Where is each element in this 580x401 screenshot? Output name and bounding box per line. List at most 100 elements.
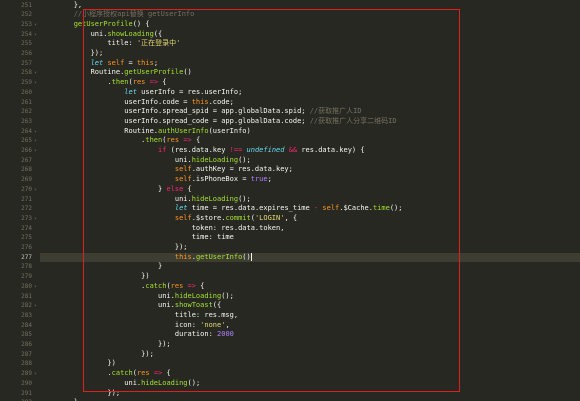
code-line[interactable]: }): [40, 272, 580, 282]
code-token: .code;: [208, 97, 234, 106]
code-token: !==: [229, 146, 243, 154]
code-token: res: [166, 136, 180, 145]
code-token: let: [40, 87, 137, 96]
code-line[interactable]: if (res.data.key !== undefined && res.da…: [40, 146, 580, 156]
code-line[interactable]: icon: 'none',: [40, 321, 580, 331]
line-number: 282: [21, 302, 32, 310]
line-number: 287: [21, 350, 32, 358]
code-line[interactable]: self.isPhoneBox = true;: [40, 175, 580, 185]
code-line[interactable]: });: [40, 49, 580, 59]
code-token: .: [40, 78, 112, 87]
fold-marker-icon[interactable]: ▾: [34, 21, 39, 31]
code-token: ({: [153, 29, 163, 38]
code-token: then: [111, 78, 129, 87]
fold-marker-icon[interactable]: ▾: [34, 283, 39, 293]
code-line[interactable]: } else {: [40, 185, 580, 195]
code-token: {: [195, 281, 205, 290]
fold-marker-icon[interactable]: ▾: [34, 186, 39, 196]
code-token: (): [183, 68, 192, 77]
code-token: });: [40, 388, 121, 397]
code-token: }: [40, 184, 167, 193]
code-line[interactable]: uni.hideLoading();: [40, 292, 580, 302]
fold-marker-icon[interactable]: ▾: [34, 79, 39, 89]
code-line[interactable]: uni.showLoading({: [40, 30, 580, 40]
line-number: 268: [21, 166, 32, 174]
line-number: 257: [21, 59, 32, 67]
code-line[interactable]: },: [40, 1, 580, 11]
code-line[interactable]: .catch(res => {: [40, 282, 580, 292]
line-number: 269: [21, 176, 32, 184]
code-token: res.data.key) {: [297, 146, 365, 154]
fold-marker-icon[interactable]: ▾: [34, 215, 39, 225]
code-line[interactable]: uni.hideLoading();: [40, 195, 580, 205]
code-token: {: [191, 136, 201, 145]
code-token: 'none': [200, 320, 226, 329]
code-token: self: [40, 213, 192, 222]
fold-marker-icon[interactable]: ▾: [34, 31, 39, 41]
line-number: 267: [21, 156, 32, 164]
code-line[interactable]: //小程序授权api替换 getUserInfo: [40, 10, 580, 20]
code-token: getUserProfile: [124, 68, 184, 77]
code-line[interactable]: getUserProfile() {: [40, 20, 580, 30]
code-line[interactable]: uni.showToast({: [40, 301, 580, 311]
code-token: //获取推广人ID: [309, 107, 362, 116]
code-line[interactable]: .catch(res => {: [40, 369, 580, 379]
code-line[interactable]: Routine.getUserProfile(): [40, 68, 580, 78]
code-token: title: res.msg,: [40, 310, 239, 319]
code-line[interactable]: self.$store.commit('LOGIN', {: [40, 214, 580, 224]
code-token: time: time: [40, 233, 234, 242]
code-line[interactable]: userInfo.spread_code = app.globalData.co…: [40, 117, 580, 127]
code-token: Routine.: [40, 126, 159, 135]
code-token: ;: [153, 58, 159, 67]
fold-marker-icon[interactable]: ▾: [34, 370, 39, 380]
code-line[interactable]: });: [40, 243, 580, 253]
line-number: 277: [21, 253, 32, 261]
code-token: undefined: [246, 146, 285, 154]
line-number: 289: [21, 370, 32, 378]
code-line[interactable]: });: [40, 350, 580, 360]
code-editor[interactable]: }, //小程序授权api替换 getUserInfo getUserProfi…: [0, 0, 580, 401]
code-line[interactable]: title: res.msg,: [40, 311, 580, 321]
code-line[interactable]: userInfo.spread_spid = app.globalData.sp…: [40, 107, 580, 117]
code-line[interactable]: token: res.data.token,: [40, 224, 580, 234]
code-token: time: [372, 204, 390, 213]
code-token: 2000: [217, 330, 234, 339]
code-line[interactable]: let time = res.data.expires_time - self.…: [40, 204, 580, 214]
fold-marker-icon[interactable]: ▾: [34, 302, 39, 312]
code-area[interactable]: }, //小程序授权api替换 getUserInfo getUserProfi…: [40, 0, 580, 401]
code-line[interactable]: self.authKey = res.data.key;: [40, 165, 580, 175]
code-token: self: [40, 175, 192, 184]
code-token: res: [136, 369, 150, 378]
code-token: hideLoading: [191, 155, 239, 164]
code-token: ();: [238, 194, 251, 203]
fold-marker-icon[interactable]: ▾: [34, 137, 39, 147]
code-line[interactable]: time: time: [40, 233, 580, 243]
code-token: (userInfo): [208, 126, 251, 135]
fold-marker-icon[interactable]: ▾: [34, 147, 39, 157]
code-line[interactable]: }): [40, 359, 580, 369]
code-line[interactable]: .then(res => {: [40, 136, 580, 146]
fold-marker-icon[interactable]: ▾: [34, 69, 39, 79]
code-line[interactable]: userInfo.code = this.code;: [40, 98, 580, 108]
code-line[interactable]: uni.hideLoading();: [40, 379, 580, 389]
code-token: {: [183, 184, 192, 193]
code-token: .authKey = res.data.key;: [191, 165, 293, 174]
fold-marker-icon[interactable]: ▾: [34, 128, 39, 138]
code-token: showLoading: [107, 29, 154, 38]
code-token: }: [40, 262, 163, 271]
code-line[interactable]: });: [40, 389, 580, 399]
code-line[interactable]: .then(res => {: [40, 78, 580, 88]
code-line[interactable]: Routine.authUserInfo(userInfo): [40, 127, 580, 137]
code-token: self: [107, 58, 125, 67]
code-token: =>: [183, 136, 192, 145]
code-token: });: [40, 340, 171, 348]
line-number: 291: [21, 389, 32, 397]
code-line[interactable]: let self = this;: [40, 59, 580, 69]
code-line[interactable]: });: [40, 340, 580, 350]
code-line[interactable]: this.getUserInfo(): [40, 252, 580, 263]
code-line[interactable]: let userInfo = res.userInfo;: [40, 88, 580, 98]
code-line[interactable]: uni.hideLoading();: [40, 156, 580, 166]
code-line[interactable]: duration: 2000: [40, 330, 580, 340]
code-line[interactable]: title: '正在登录中': [40, 39, 580, 49]
code-line[interactable]: }: [40, 262, 580, 272]
